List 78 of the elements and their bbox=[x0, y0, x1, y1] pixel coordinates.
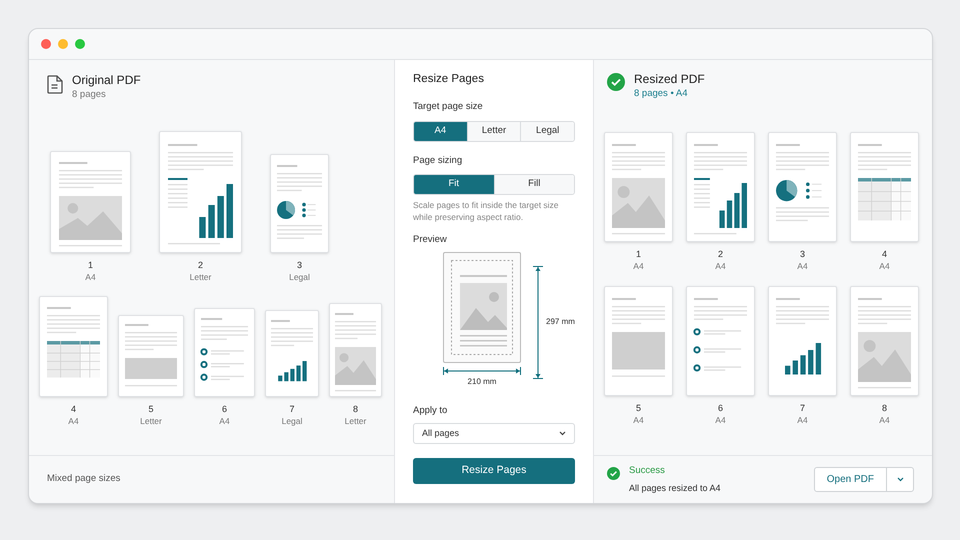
page-number: 7 bbox=[289, 403, 294, 415]
page-size-label: A4 bbox=[879, 414, 890, 426]
page-size-label: A4 bbox=[68, 415, 79, 427]
check-circle-icon bbox=[607, 73, 625, 91]
page-size-label: A4 bbox=[633, 414, 644, 426]
segment-option[interactable]: Letter bbox=[466, 122, 520, 140]
page-count: 8 pages • A4 bbox=[634, 87, 689, 100]
page-thumbnail[interactable] bbox=[39, 296, 108, 397]
window-close-button[interactable] bbox=[41, 39, 51, 49]
page-size-label: A4 bbox=[797, 414, 808, 426]
page-number: 2 bbox=[198, 259, 203, 271]
width-label: 210 mm bbox=[468, 376, 496, 388]
hint-text: Scale pages to fit inside the target size while preserving aspect ratio. bbox=[413, 198, 560, 224]
segment-option[interactable]: Fit bbox=[414, 174, 494, 194]
page-size-label: A4 bbox=[879, 260, 890, 272]
page-number: 4 bbox=[882, 248, 887, 260]
page-size-label: A4 bbox=[85, 271, 96, 283]
page-thumbnail[interactable] bbox=[265, 310, 319, 397]
page-thumbnail[interactable] bbox=[686, 286, 755, 396]
page-thumbnail[interactable] bbox=[768, 286, 837, 396]
page-thumbnail[interactable] bbox=[604, 132, 673, 242]
page-size-label: Letter bbox=[190, 271, 212, 283]
page-size-label: A4 bbox=[715, 414, 726, 426]
field-label: Page sizing bbox=[413, 154, 464, 168]
page-size-label: Legal bbox=[282, 415, 302, 427]
page-thumbnail[interactable] bbox=[159, 131, 242, 253]
page-thumbnail[interactable] bbox=[850, 286, 919, 396]
page-number: 4 bbox=[70, 403, 76, 415]
page-size-label: A4 bbox=[715, 260, 726, 272]
page-number: 3 bbox=[800, 248, 805, 260]
page-size-label: Legal bbox=[289, 271, 310, 283]
page-number: 8 bbox=[882, 402, 887, 414]
page-thumbnail[interactable] bbox=[768, 132, 837, 242]
panel-title: Resize Pages bbox=[413, 72, 485, 87]
page-thumbnail[interactable] bbox=[604, 286, 673, 396]
page-thumbnail[interactable] bbox=[118, 315, 184, 397]
segment-option[interactable]: A4 bbox=[414, 122, 467, 140]
page-size-label: A4 bbox=[633, 260, 644, 272]
page-size-label: Letter bbox=[344, 415, 366, 427]
field-label: Apply to bbox=[413, 404, 448, 418]
page-thumbnail[interactable] bbox=[270, 154, 329, 253]
window-zoom-button[interactable] bbox=[75, 39, 85, 49]
page-thumbnail[interactable] bbox=[686, 132, 755, 242]
height-label: 297 mm bbox=[546, 316, 575, 328]
footer-note: Mixed page sizes bbox=[47, 472, 120, 486]
page-thumbnail[interactable] bbox=[850, 132, 919, 242]
page-count: 8 pages bbox=[72, 88, 107, 101]
status-title: Success bbox=[629, 464, 666, 478]
page-number: 5 bbox=[636, 402, 641, 414]
segment-option[interactable]: Legal bbox=[520, 122, 574, 140]
page-size-label: A4 bbox=[797, 260, 808, 272]
page-number: 1 bbox=[88, 259, 93, 271]
status-message: All pages resized to A4 bbox=[629, 482, 721, 495]
chevron-down-icon bbox=[896, 477, 904, 482]
resize-pages-button[interactable]: Resize Pages bbox=[413, 458, 575, 484]
page-size-label: Letter bbox=[140, 415, 162, 427]
page-number: 8 bbox=[352, 403, 358, 415]
page-number: 5 bbox=[148, 403, 154, 415]
page-size-label: A4 bbox=[219, 415, 230, 427]
page-number: 1 bbox=[636, 248, 641, 260]
page-thumbnail[interactable] bbox=[194, 308, 255, 397]
field-label: Preview bbox=[413, 232, 448, 247]
page-number: 7 bbox=[800, 402, 805, 414]
page-number: 6 bbox=[222, 403, 227, 415]
check-circle-icon bbox=[607, 467, 620, 480]
window-minimize-button[interactable] bbox=[58, 39, 68, 49]
chevron-down-icon bbox=[559, 431, 566, 436]
page-thumbnail[interactable] bbox=[50, 151, 131, 253]
panel-title: Original PDF bbox=[72, 72, 141, 88]
apply-to-dropdown[interactable]: All pages bbox=[413, 423, 575, 444]
field-label: Target page size bbox=[413, 100, 484, 114]
page-thumbnail[interactable] bbox=[329, 303, 382, 397]
page-number: 6 bbox=[718, 402, 723, 414]
document-icon bbox=[47, 75, 63, 94]
panel-title: Resized PDF bbox=[634, 71, 705, 87]
page-number: 3 bbox=[296, 259, 302, 271]
page-number: 2 bbox=[718, 248, 723, 260]
segment-option[interactable]: Fill bbox=[494, 174, 574, 194]
